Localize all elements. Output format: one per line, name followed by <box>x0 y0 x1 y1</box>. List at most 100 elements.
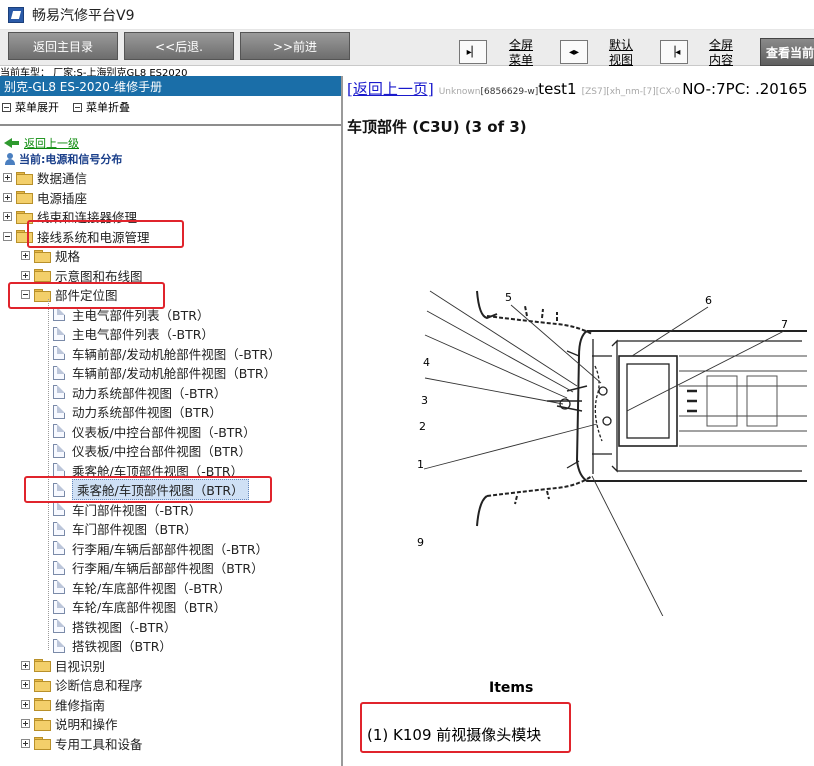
tree-folder-item[interactable]: 说明和操作 <box>21 714 118 733</box>
expand-toggle-icon[interactable] <box>21 699 30 709</box>
tree-item-label: 主电气部件列表（BTR） <box>72 307 210 323</box>
expand-toggle-icon[interactable] <box>3 212 12 221</box>
expand-toggle-icon[interactable] <box>21 719 30 728</box>
collapse-toggle-icon[interactable] <box>3 231 12 241</box>
document-icon <box>53 404 65 419</box>
tree-doc-item[interactable]: 车门部件视图（BTR） <box>41 519 197 538</box>
folder-icon <box>16 171 33 185</box>
back-up-label: 返回上一级 <box>24 137 79 150</box>
tree-doc-item[interactable]: 行李厢/车辆后部部件视图（BTR） <box>41 558 264 577</box>
tree-doc-item[interactable]: 乘客舱/车顶部件视图（BTR） <box>41 479 249 500</box>
menu-operations: 菜单展开 菜单折叠 <box>0 96 341 118</box>
tree-folder-item[interactable]: 规格 <box>21 246 80 265</box>
tree-doc-item[interactable]: 车轮/车底部件视图（BTR） <box>41 597 226 616</box>
tree-item-label: 车轮/车底部件视图（-BTR） <box>72 580 231 596</box>
tree-item-label: 说明和操作 <box>55 717 118 732</box>
tree-item-label: 仪表板/中控台部件视图（-BTR） <box>72 424 256 440</box>
tree-folder-item[interactable]: 诊断信息和程序 <box>21 675 143 694</box>
fullscreen-menu-button[interactable]: 全屏 菜单 <box>504 38 538 68</box>
collapse-toggle-icon[interactable] <box>21 290 30 299</box>
tree-item-label: 乘客舱/车顶部件视图（BTR） <box>72 479 249 500</box>
tree-folder-item[interactable]: 数据通信 <box>3 168 87 187</box>
folder-icon <box>34 678 51 692</box>
tree-doc-item[interactable]: 车轮/车底部件视图（-BTR） <box>41 578 231 597</box>
tree-folder-item[interactable]: 专用工具和设备 <box>21 734 143 753</box>
callout-9: 9 <box>417 536 424 549</box>
tree-folder-item[interactable]: 目视识别 <box>21 656 105 675</box>
tree-folder-item[interactable]: 接线系统和电源管理 <box>3 227 150 246</box>
document-icon <box>53 307 65 321</box>
section-title: 车顶部件 (C3U) (3 of 3) <box>347 118 527 136</box>
expand-toggle-icon[interactable] <box>3 173 12 182</box>
tree-doc-item[interactable]: 车辆前部/发动机舱部件视图（BTR） <box>41 363 276 382</box>
home-button[interactable]: 返回主目录 <box>8 32 118 60</box>
forward-button[interactable]: >>前进 <box>240 32 350 60</box>
tree-folder-item[interactable]: 示意图和布线图 <box>21 266 143 285</box>
default-view-button[interactable]: 默认 视图 <box>604 38 638 68</box>
tree-folder-item[interactable]: 电源插座 <box>3 188 87 207</box>
back-up-link[interactable]: 返回上一级 <box>4 135 79 151</box>
tree-doc-item[interactable]: 搭铁视图（-BTR） <box>41 617 176 636</box>
callout-3: 3 <box>421 394 428 407</box>
meta-no: NO-:7PC: .20165 <box>682 80 808 98</box>
tree-doc-item[interactable]: 动力系统部件视图（-BTR） <box>41 383 226 402</box>
roof-component-diagram: 1 2 3 4 5 6 7 8 9 <box>417 290 807 616</box>
back-button[interactable]: <<后退. <box>124 32 234 60</box>
document-icon <box>53 482 65 497</box>
tree-doc-item[interactable]: 动力系统部件视图（BTR） <box>41 402 222 421</box>
document-icon <box>53 638 65 653</box>
expand-toggle-icon[interactable] <box>21 680 30 689</box>
tree-item-label: 车轮/车底部件视图（BTR） <box>72 600 227 615</box>
tree-item-label: 部件定位图 <box>55 288 118 303</box>
window-title: 畅易汽修平台V9 <box>32 7 135 24</box>
tree-item-label: 车门部件视图（BTR） <box>72 522 197 537</box>
expand-toggle-icon[interactable] <box>21 270 30 280</box>
expand-toggle-icon[interactable] <box>3 192 12 202</box>
folder-icon <box>34 737 51 750</box>
tree-item-label: 行李厢/车辆后部部件视图（BTR） <box>72 561 264 576</box>
fullscreen-content-icon[interactable]: ▕◂ <box>660 40 688 64</box>
query-current-button[interactable]: 查看当前 <box>760 38 814 66</box>
menu-collapse-button[interactable]: 菜单折叠 <box>73 99 130 115</box>
tree-folder-item[interactable]: 维修指南 <box>21 695 105 714</box>
tree-item-label: 车辆前部/发动机舱部件视图（BTR） <box>72 366 277 381</box>
default-view-icon[interactable]: ◂▸ <box>560 40 588 64</box>
folder-icon <box>16 210 33 224</box>
tree-doc-item[interactable]: 仪表板/中控台部件视图（BTR） <box>41 441 251 460</box>
menu-expand-label: 菜单展开 <box>15 101 59 114</box>
tree-doc-item[interactable]: 车辆前部/发动机舱部件视图（-BTR） <box>41 344 281 363</box>
menu-expand-button[interactable]: 菜单展开 <box>2 99 59 115</box>
document-icon <box>53 385 65 399</box>
tree-doc-item[interactable]: 乘客舱/车顶部件视图（-BTR） <box>41 461 243 480</box>
tree-doc-item[interactable]: 搭铁视图（BTR） <box>41 636 172 655</box>
folder-icon <box>34 269 51 282</box>
tree-item-label: 乘客舱/车顶部件视图（-BTR） <box>72 463 244 479</box>
tree-item-label: 目视识别 <box>55 658 106 674</box>
tree-doc-item[interactable]: 主电气部件列表（BTR） <box>41 305 209 324</box>
arrow-left-icon <box>4 138 20 148</box>
content-pane: [返回上一页] Unknown [6856629-w] test1 [ZS7][… <box>345 76 814 766</box>
tree-item-label: 仪表板/中控台部件视图（BTR） <box>72 444 252 459</box>
expand-toggle-icon[interactable] <box>21 738 30 748</box>
expand-toggle-icon[interactable] <box>21 660 30 670</box>
tree-folder-item[interactable]: 部件定位图 <box>21 285 118 304</box>
tree-item-label: 车门部件视图（-BTR） <box>72 502 202 518</box>
document-icon <box>53 541 65 555</box>
collapse-all-icon <box>73 102 82 112</box>
fullscreen-content-button[interactable]: 全屏 内容 <box>704 38 738 68</box>
back-page-link[interactable]: [返回上一页] <box>347 78 434 99</box>
tree-item-label: 接线系统和电源管理 <box>37 229 150 245</box>
folder-icon <box>34 659 51 672</box>
fullscreen-menu-icon[interactable]: ▸▏ <box>459 40 487 64</box>
tree-doc-item[interactable]: 仪表板/中控台部件视图（-BTR） <box>41 422 256 441</box>
tree-doc-item[interactable]: 主电气部件列表（-BTR） <box>41 324 214 343</box>
meta-unknown: Unknown <box>438 87 481 97</box>
folder-icon <box>34 249 51 263</box>
expand-all-icon <box>2 102 11 112</box>
tree-doc-item[interactable]: 车门部件视图（-BTR） <box>41 500 201 519</box>
document-icon <box>53 346 65 360</box>
tree-item-label: 搭铁视图（-BTR） <box>72 619 177 635</box>
expand-toggle-icon[interactable] <box>21 251 30 260</box>
tree-doc-item[interactable]: 行李厢/车辆后部部件视图（-BTR） <box>41 539 268 558</box>
tree-folder-item[interactable]: 线束和连接器修理 <box>3 207 137 226</box>
